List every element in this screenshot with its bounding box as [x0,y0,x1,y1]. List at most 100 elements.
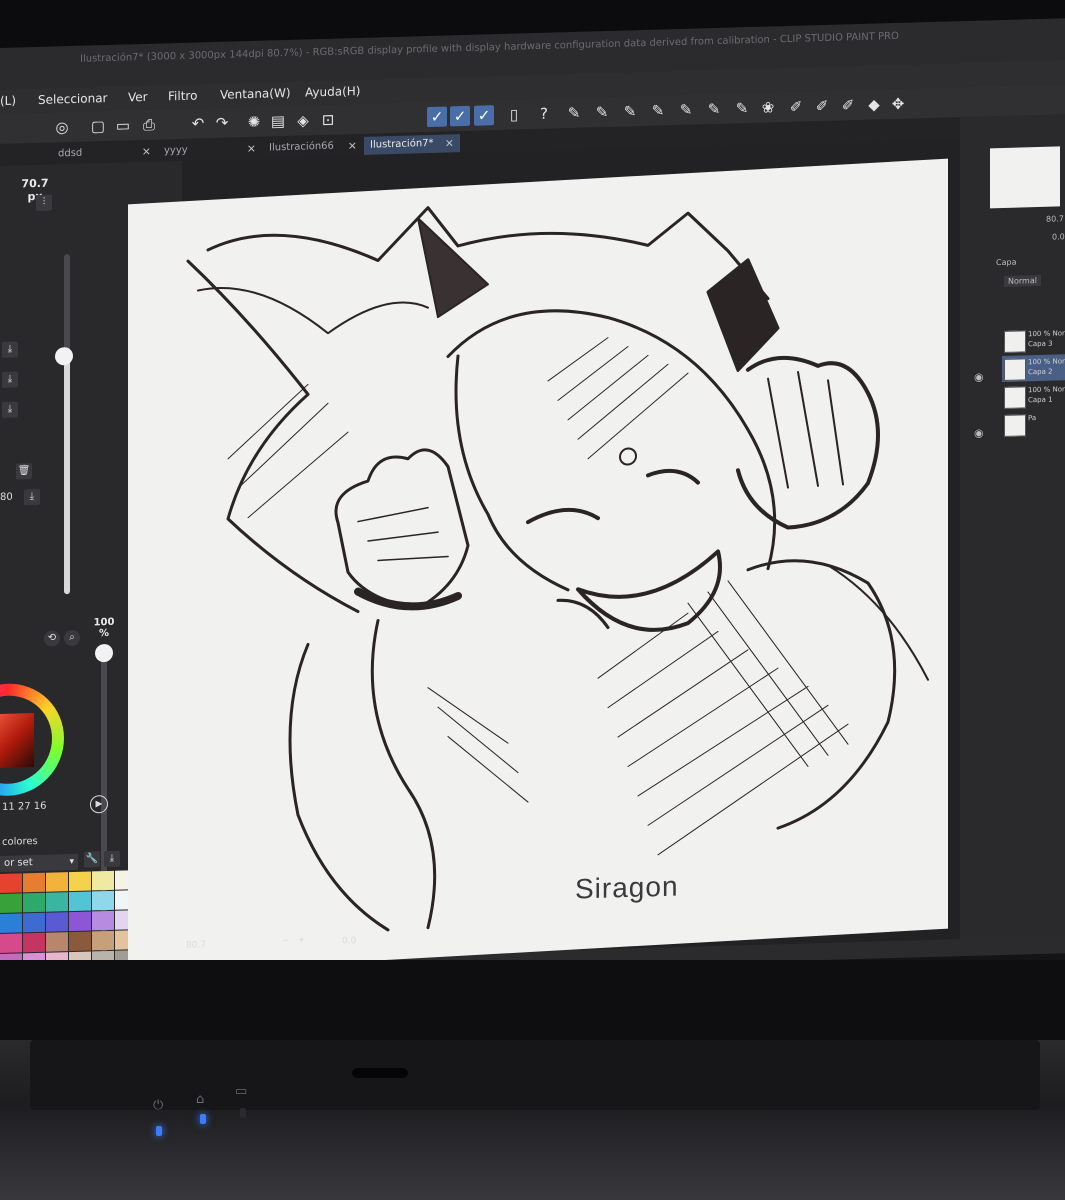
layer-thumbnail [1004,414,1026,437]
color-swatch[interactable] [46,872,68,892]
water-brush-icon[interactable]: ❀ [758,97,778,118]
color-swatch[interactable] [92,910,114,931]
color-swatch[interactable] [0,933,22,953]
brush-icon-6[interactable]: ✎ [704,99,724,120]
tab-ilustracion66[interactable]: Ilustración66 × [263,137,363,158]
color-swatch[interactable] [0,913,22,933]
download-icon[interactable]: ⤓ [2,341,18,358]
menu-item-edit[interactable]: (L) [0,94,16,108]
clear-selection-icon[interactable]: ▤ [268,111,288,132]
menu-item-filter[interactable]: Filtro [168,88,197,103]
color-swatch[interactable] [23,912,45,933]
redo-icon[interactable]: ↷ [212,113,232,134]
color-swatch[interactable] [46,892,68,912]
color-swatch[interactable] [69,931,91,952]
blend-mode-select[interactable]: Normal [1004,274,1041,287]
brush-icon-7[interactable]: ✎ [732,98,752,119]
brush-icon-4[interactable]: ✎ [648,100,668,121]
layer-row-capa3[interactable]: 100 % Nor Capa 3 [1002,326,1065,354]
layer-label: 100 % Nor Capa 2 [1028,357,1065,377]
color-swatch[interactable] [69,891,91,912]
color-swatch[interactable] [0,873,22,893]
brush-icon-2[interactable]: ✎ [592,102,612,123]
eye-icon-2[interactable]: ◉ [974,427,984,440]
color-swatch[interactable] [23,892,45,913]
pen-stabilize-icon-2[interactable]: ✓ [450,105,470,127]
layer-row-paper[interactable]: Pa [1002,410,1065,438]
menu-item-view[interactable]: Ver [128,90,148,105]
brush-icon-5[interactable]: ✎ [676,100,696,121]
layer-panel-label: Capa [996,257,1017,268]
zoom-readout[interactable]: 80.7 [186,940,206,951]
marker-icon-1[interactable]: ✐ [786,96,806,117]
color-swatch[interactable] [92,890,114,911]
color-swatch[interactable] [23,872,45,893]
color-swatch[interactable] [69,911,91,932]
color-swatch[interactable] [23,932,45,953]
pin-icon[interactable]: ⫶ [36,194,52,211]
brush-icon-1[interactable]: ✎ [564,103,584,124]
navigator-zoom[interactable]: 80.7 [1046,214,1064,223]
navigator-rotate[interactable]: 0.0 [1052,232,1065,241]
color-swatch[interactable] [69,871,91,892]
tab-label: Ilustración7* [370,137,434,151]
close-icon[interactable]: × [142,143,151,161]
laptop-bezel-bottom [0,960,1065,1050]
color-picker-square[interactable] [0,713,34,769]
laptop-brand: Siragon [575,870,679,905]
download-icon-4[interactable]: ⤓ [24,488,40,506]
save-icon[interactable]: ⎙ [139,115,159,136]
tab-yyyy[interactable]: yyyy × [158,140,262,161]
layer-label: 100 % Nor Capa 1 [1028,385,1065,405]
power-icon: ⏻ [153,1098,164,1113]
zoom-in-icon[interactable]: + [298,935,306,945]
move-icon[interactable]: ✥ [888,94,908,115]
select-all-icon[interactable]: ✺ [244,112,264,133]
color-swatch[interactable] [92,870,114,891]
eraser-icon[interactable]: ◆ [864,94,884,115]
rotate-readout[interactable]: 0.0 [342,936,356,946]
transform-icon[interactable]: ⊡ [318,110,338,131]
reset-icon[interactable]: ⟲ [44,630,60,647]
fill-icon[interactable]: ◈ [293,110,313,131]
layer-row-capa1[interactable]: 100 % Nor Capa 1 [1002,382,1065,410]
download-icon-3[interactable]: ⤓ [2,401,18,418]
close-icon[interactable]: × [445,134,454,152]
menu-item-select[interactable]: Seleccionar [38,91,107,107]
wrench-icon[interactable]: 🔧 [84,851,100,868]
drawing-canvas[interactable] [128,158,948,975]
download-icon-2[interactable]: ⤓ [2,371,18,388]
brush-size-slider-knob[interactable] [55,346,73,366]
logo-icon[interactable]: ◎ [52,117,72,138]
tab-ilustracion7[interactable]: Ilustración7* × [364,134,460,155]
undo-icon[interactable]: ↶ [188,113,208,134]
layer-icon[interactable]: ▯ [504,104,524,125]
color-swatch[interactable] [92,930,114,951]
brush-icon-3[interactable]: ✎ [620,101,640,122]
opacity-slider-knob[interactable] [95,643,113,663]
close-icon[interactable]: × [247,140,256,158]
help-icon[interactable]: ? [534,104,554,125]
marker-icon-2[interactable]: ✐ [812,96,832,117]
eye-icon[interactable]: ◉ [974,371,984,384]
pen-stabilize-icon[interactable]: ✓ [427,106,447,128]
trash-icon[interactable]: 🗑 [16,463,32,480]
marker-icon-3[interactable]: ✐ [838,95,858,116]
search-icon[interactable]: ⌕ [64,629,80,647]
color-set-select[interactable]: or set ▾ [0,853,78,872]
layer-row-capa2[interactable]: 100 % Nor Capa 2 [1002,354,1065,383]
tab-ddsd[interactable]: ddsd × [52,143,157,164]
color-swatch[interactable] [46,912,68,932]
download-icon-5[interactable]: ⤓ [104,850,120,868]
color-swatch[interactable] [0,893,22,913]
zoom-out-icon[interactable]: − [282,936,290,946]
sketch-artwork [186,206,929,932]
open-folder-icon[interactable]: ▭ [113,115,133,136]
navigator-thumbnail[interactable] [990,146,1060,209]
color-swatch[interactable] [46,932,68,952]
close-icon[interactable]: × [348,137,357,155]
new-file-icon[interactable]: ▢ [88,116,108,137]
menu-item-window[interactable]: Ventana(W) [220,86,291,102]
menu-item-help[interactable]: Ayuda(H) [305,84,360,100]
pen-stabilize-icon-3[interactable]: ✓ [474,105,494,126]
